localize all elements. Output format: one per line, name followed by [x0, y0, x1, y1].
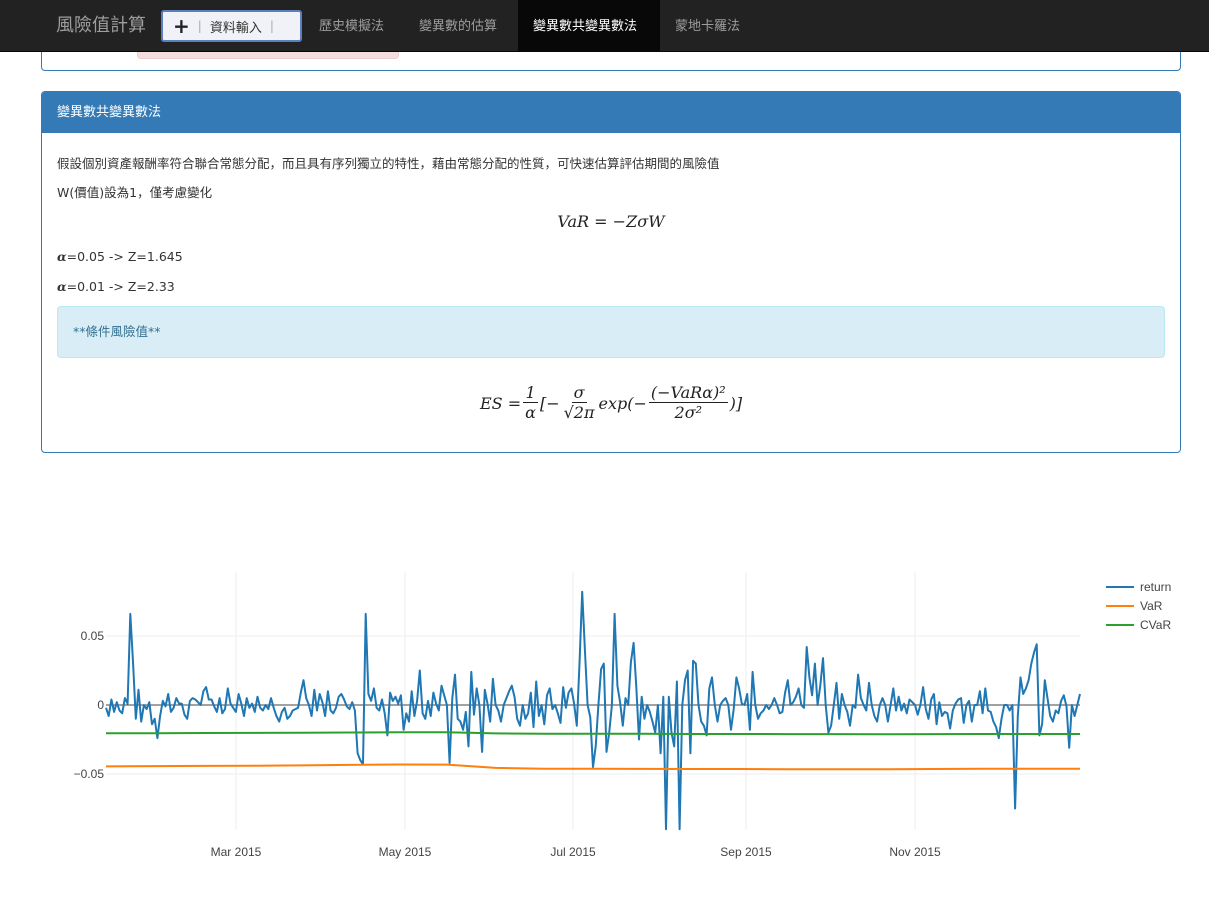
- data-input-button[interactable]: + | 資料輸入 |: [161, 10, 302, 42]
- nav-tab-historical-simulation[interactable]: 歷史模擬法: [304, 0, 399, 51]
- fraction-var-squared: (−VaRα)² 2σ²: [648, 382, 728, 423]
- y-tick-label: 0: [97, 698, 104, 712]
- fraction-numerator: σ: [571, 382, 587, 403]
- alpha-symbol: α: [57, 279, 67, 294]
- x-tick-label: Sep 2015: [720, 845, 772, 859]
- separator: |: [269, 19, 274, 33]
- fraction-one-over-alpha: 1 α: [523, 382, 538, 423]
- y-axis-ticks: 0.05 0 −0.05: [74, 629, 105, 781]
- variance-covariance-panel: 變異數共變異數法 假設個別資產報酬率符合聯合常態分配，而且具有序列獨立的特性，藉…: [41, 91, 1181, 453]
- alpha-line-1-text: =0.05 -> Z=1.645: [66, 249, 183, 264]
- var-formula: VaR = −ZσW: [557, 212, 665, 231]
- alpha-symbol: α: [57, 249, 67, 264]
- x-tick-label: Jul 2015: [550, 845, 596, 859]
- alpha-line-2: α=0.01 -> Z=2.33: [57, 279, 175, 294]
- cvar-info-box: **條件風險值**: [57, 306, 1165, 358]
- var-chart[interactable]: 0.05 0 −0.05 Mar 2015 May 2015 Jul 2015 Sep 2…: [0, 560, 1209, 880]
- legend-item-var[interactable]: VaR: [1140, 599, 1163, 613]
- fraction-denominator: √2π: [563, 402, 595, 422]
- bracket-open: [−: [539, 393, 560, 413]
- fraction-denominator: α: [525, 402, 536, 422]
- legend-item-cvar[interactable]: CVaR: [1140, 618, 1171, 632]
- y-tick-label: −0.05: [74, 767, 105, 781]
- nav-tab-variance-covariance[interactable]: 變異數共變異數法: [518, 0, 660, 51]
- formula-close: )]: [729, 393, 743, 413]
- fraction-numerator: 1: [523, 382, 538, 403]
- fraction-sigma-over-sqrt: σ √2π: [562, 382, 597, 423]
- series-line-return[interactable]: [105, 590, 1081, 831]
- w-note-text: W(價值)設為1，僅考慮變化: [57, 185, 213, 200]
- x-axis-ticks: Mar 2015 May 2015 Jul 2015 Sep 2015 Nov 2015: [211, 845, 941, 859]
- panel-title: 變異數共變異數法: [42, 92, 1180, 133]
- alpha-line-1: α=0.05 -> Z=1.645: [57, 249, 183, 264]
- nav-tab-variance-estimation[interactable]: 變異數的估算: [404, 0, 512, 51]
- fraction-denominator: 2σ²: [674, 402, 703, 422]
- description-text: 假設個別資產報酬率符合聯合常態分配，而且具有序列獨立的特性，藉由常態分配的性質，…: [57, 156, 720, 171]
- es-formula: ES = 1 α [− σ √2π exp(− (−VaRα)² 2σ² )]: [480, 378, 742, 428]
- chart-legend[interactable]: return VaR CVaR: [1106, 580, 1171, 632]
- es-lhs: ES =: [480, 393, 522, 413]
- data-input-label: 資料輸入: [209, 20, 262, 36]
- top-navbar: 風險值計算 + | 資料輸入 | 歷史模擬法 變異數的估算 變異數共變異數法 蒙…: [0, 0, 1209, 52]
- alpha-line-2-text: =0.01 -> Z=2.33: [66, 279, 175, 294]
- exp-open: exp(−: [598, 393, 647, 413]
- brand-title[interactable]: 風險值計算: [56, 0, 146, 51]
- x-tick-label: Mar 2015: [211, 845, 262, 859]
- series-line-cvar[interactable]: [105, 731, 1080, 736]
- nav-tab-monte-carlo[interactable]: 蒙地卡羅法: [660, 0, 755, 51]
- x-tick-label: Nov 2015: [889, 845, 941, 859]
- y-tick-label: 0.05: [81, 629, 105, 643]
- x-tick-label: May 2015: [379, 845, 432, 859]
- fraction-numerator: (−VaRα)²: [648, 382, 728, 403]
- plus-icon: +: [173, 14, 190, 38]
- legend-item-return[interactable]: return: [1140, 580, 1171, 594]
- separator: |: [197, 19, 202, 33]
- series-lines: [105, 590, 1081, 831]
